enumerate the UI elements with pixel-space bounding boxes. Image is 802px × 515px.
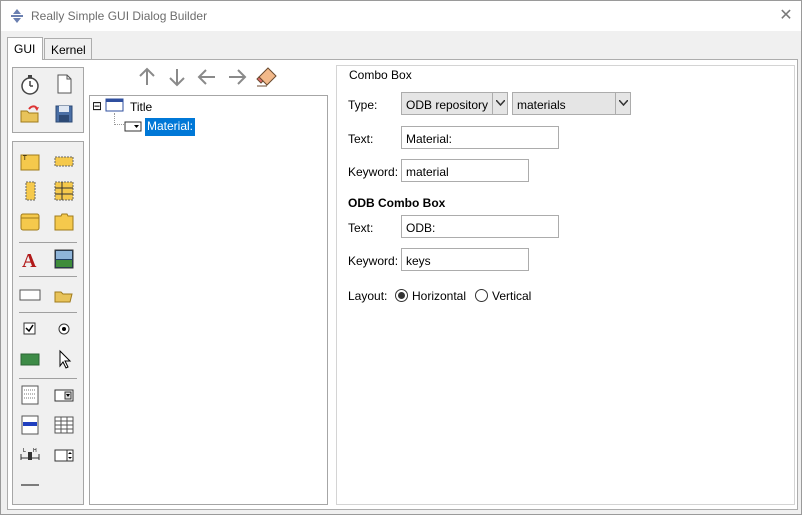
move-up-icon[interactable] [135,65,159,89]
tab-kernel[interactable]: Kernel [44,38,92,60]
svg-text:L: L [23,448,26,454]
app-icon [9,8,25,24]
table-icon[interactable] [53,414,75,436]
repository-select-value: materials [517,98,566,112]
tree-expander[interactable]: ⊟ [92,99,102,117]
keyword-field[interactable]: material [401,159,529,182]
image-icon[interactable] [53,248,75,270]
keyword-label: Keyword: [348,165,399,179]
file-palette [12,67,84,133]
tab-book-icon[interactable] [53,210,75,232]
radio-vertical[interactable] [475,289,488,302]
repository-select[interactable]: materials [512,92,631,115]
move-left-icon[interactable] [195,65,219,89]
push-button-icon[interactable] [19,348,41,370]
close-icon[interactable]: ✕ [771,1,801,31]
chevron-down-icon[interactable] [615,93,630,114]
svg-text:H: H [33,448,37,454]
widget-tree: ⊟ Title Material: [89,95,328,505]
text-label: Text: [348,132,374,146]
tree-list-icon[interactable] [19,414,41,436]
move-right-icon[interactable] [225,65,249,89]
odb-keyword-label: Keyword: [348,254,399,268]
tree-root-label[interactable]: Title [130,100,152,118]
type-select[interactable]: ODB repository [401,92,508,115]
radio-button-icon[interactable] [53,318,75,340]
layout-label: Layout: [348,289,388,303]
move-down-icon[interactable] [165,65,189,89]
text-field[interactable]: Material: [401,126,559,149]
new-file-icon[interactable] [53,73,75,95]
group-box-icon[interactable] [19,210,41,232]
checkbox-icon[interactable] [19,318,41,340]
odb-text-field[interactable]: ODB: [401,215,559,238]
svg-text:A: A [22,250,37,270]
stopwatch-icon[interactable] [19,73,41,95]
separator-icon[interactable] [19,474,41,496]
radio-vertical-label[interactable]: Vertical [492,289,531,303]
eraser-icon[interactable] [255,65,279,89]
svg-text:T: T [22,155,27,162]
vertical-aligner-icon[interactable] [53,180,75,202]
label-icon[interactable]: A [19,248,41,272]
window-title: Really Simple GUI Dialog Builder [31,9,208,23]
file-dialog-icon[interactable] [53,284,75,306]
spinner-icon[interactable] [53,444,75,466]
odb-keyword-field[interactable]: keys [401,248,529,271]
tree-child-label[interactable]: Material: [145,118,196,136]
pick-cursor-icon[interactable] [53,348,75,370]
slider-icon[interactable]: LH [19,444,41,466]
radio-horizontal-label[interactable]: Horizontal [412,289,466,303]
chevron-down-icon[interactable] [492,93,507,114]
combo-box-icon[interactable] [53,384,75,406]
combo-node-icon [124,120,142,138]
tree-connector [114,113,124,125]
dialog-box-icon[interactable]: T [19,150,41,172]
text-field-icon[interactable] [19,284,41,306]
tab-gui[interactable]: GUI [7,37,43,60]
group-title: Combo Box [348,68,413,82]
odb-heading: ODB Combo Box [348,196,446,210]
title-bar: Really Simple GUI Dialog Builder ✕ [1,1,801,31]
vertical-frame-icon[interactable] [19,180,41,202]
horizontal-frame-icon[interactable] [53,150,75,172]
radio-horizontal[interactable] [395,289,408,302]
list-icon[interactable] [19,384,41,406]
app-window: Really Simple GUI Dialog Builder ✕ GUI K… [0,0,802,515]
widget-palette: T A L H [12,141,84,505]
type-select-value: ODB repository [406,98,489,112]
open-folder-icon[interactable] [19,103,41,125]
type-label: Type: [348,98,378,112]
odb-text-label: Text: [348,221,374,235]
save-disk-icon[interactable] [53,103,75,125]
